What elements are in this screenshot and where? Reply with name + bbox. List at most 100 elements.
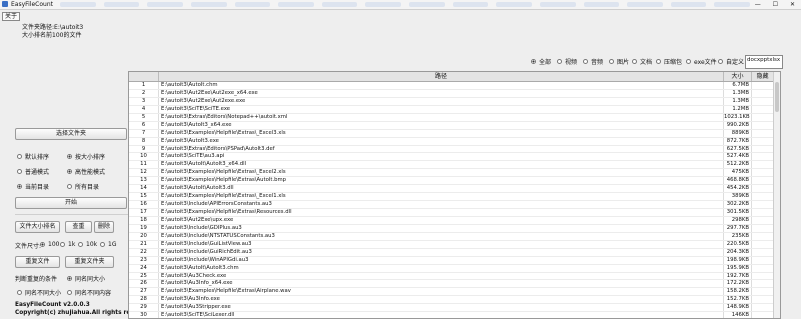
row-size: 146KB: [724, 312, 752, 318]
app-icon: [2, 1, 8, 7]
row-index: 11: [129, 161, 159, 169]
delete-button[interactable]: 删除: [94, 221, 114, 233]
table-row[interactable]: 2 E:\autoit3\Aut2Exe\Aut2exe_x64.exe 1.3MB: [129, 89, 780, 98]
radio-normal-mode[interactable]: 普通模式: [17, 167, 49, 176]
radio-same-name-diff-size[interactable]: 同名不同大小: [17, 288, 61, 297]
table-row[interactable]: 10 E:\autoit3\SciTE\au3.api 527.4KB: [129, 153, 780, 162]
table-row[interactable]: 28 E:\autoit3\Au3Info.exe 152.7KB: [129, 296, 780, 305]
custom-ext-input[interactable]: docxpptxlsx: [745, 55, 783, 69]
row-path: E:\autoit3\Include\APIErrorsConstants.au…: [159, 201, 724, 208]
table-row[interactable]: 24 E:\autoit3\AutoIt\AutoIt3.chm 195.9KB: [129, 264, 780, 273]
table-row[interactable]: 19 E:\autoit3\Include\GDIPlus.au3 297.7KB: [129, 224, 780, 233]
table-row[interactable]: 13 E:\autoit3\Examples\Helpfile\Extras\Au…: [129, 177, 780, 186]
filter-label: 音频: [591, 59, 604, 66]
row-path: E:\autoit3\AutoIt3.exe: [159, 137, 724, 145]
table-row[interactable]: 11 E:\autoit3\AutoIt\AutoIt3_x64.dll 512.2…: [129, 161, 780, 170]
row-index: 22: [129, 248, 159, 256]
select-folder-button[interactable]: 选择文件夹: [15, 128, 127, 140]
radio-all-dirs[interactable]: 所有目录: [67, 182, 99, 191]
row-size: 475KB: [724, 169, 752, 177]
table-row[interactable]: 22 E:\autoit3\Include\GuiRichEdit.au3 204.…: [129, 248, 780, 257]
radio-size-1g[interactable]: 1G: [100, 241, 116, 248]
header-size[interactable]: 大小: [724, 72, 752, 81]
radio-same-name-diff-content[interactable]: 同名不同内容: [67, 288, 111, 297]
dedupe-button[interactable]: 查重: [65, 221, 92, 233]
table-row[interactable]: 30 E:\autoit3\SciTE\SciLexer.dll 146KB: [129, 312, 780, 318]
vertical-scrollbar[interactable]: [773, 72, 780, 318]
radio-size-100[interactable]: 100: [40, 241, 59, 248]
table-row[interactable]: 3 E:\autoit3\Aut2Exe\Aut2exe.exe 1.3MB: [129, 97, 780, 106]
radio-same-name-size[interactable]: 同名同大小: [67, 274, 105, 283]
start-button[interactable]: 开始: [15, 197, 127, 209]
row-index: 28: [129, 296, 159, 304]
radio-dot: [531, 59, 536, 64]
table-row[interactable]: 14 E:\autoit3\AutoIt\AutoIt3.dll 454.2KB: [129, 185, 780, 194]
duplicate-files-button[interactable]: 重复文件: [15, 256, 60, 268]
table-row[interactable]: 21 E:\autoit3\Include\GuiListView.au3 220.…: [129, 240, 780, 249]
scrollbar-thumb[interactable]: [775, 82, 779, 112]
filter-image[interactable]: 图片: [609, 57, 629, 66]
table-row[interactable]: 17 E:\autoit3\Examples\Helpfile\Extras\Re…: [129, 209, 780, 217]
radio-label: 所有目录: [75, 184, 100, 191]
radio-current-dir[interactable]: 当前目录: [17, 182, 49, 191]
minimize-button[interactable]: —: [755, 1, 761, 8]
row-index: 24: [129, 264, 159, 272]
row-index: 20: [129, 232, 159, 240]
row-size: 302.2KB: [724, 201, 752, 208]
radio-default-sort[interactable]: 默认排序: [17, 152, 49, 161]
filter-all[interactable]: 全部: [531, 57, 551, 66]
filter-custom[interactable]: 自定义: [718, 57, 744, 66]
size-rank-button[interactable]: 文件大小排名: [15, 221, 60, 233]
row-path: E:\autoit3\AutoIt\AutoIt3.chm: [159, 264, 724, 272]
radio-performance-mode[interactable]: 高性能模式: [67, 167, 105, 176]
table-row[interactable]: 12 E:\autoit3\Examples\Helpfile\Extras\_E…: [129, 169, 780, 178]
row-path: E:\autoit3\Include\GuiListView.au3: [159, 240, 724, 248]
radio-dot: [17, 154, 22, 159]
table-row[interactable]: 1 E:\autoit3\AutoIt.chm 6.7MB: [129, 82, 780, 90]
duplicate-folders-button[interactable]: 重复文件夹: [65, 256, 114, 268]
table-row[interactable]: 23 E:\autoit3\Include\WinAPIGdi.au3 198.9K…: [129, 256, 780, 265]
table-row[interactable]: 20 E:\autoit3\Include\NTSTATUSConstants.a…: [129, 232, 780, 241]
header-hidden[interactable]: 隐藏: [752, 72, 774, 81]
header-index[interactable]: [129, 72, 159, 81]
row-size: 198.9KB: [724, 256, 752, 264]
table-row[interactable]: 7 E:\autoit3\Examples\Helpfile\Extras\_Ex…: [129, 129, 780, 138]
row-index: 30: [129, 312, 159, 318]
maximize-button[interactable]: ☐: [773, 1, 778, 8]
table-row[interactable]: 15 E:\autoit3\Examples\Helpfile\Extras\_E…: [129, 193, 780, 202]
table-row[interactable]: 18 E:\autoit3\Aut2Exe\upx.exe 298KB: [129, 216, 780, 225]
header-path[interactable]: 路径: [159, 72, 724, 81]
menu-about[interactable]: 关于: [2, 12, 21, 21]
radio-size-1k[interactable]: 1k: [60, 241, 75, 248]
radio-size-sort[interactable]: 按大小排序: [67, 152, 105, 161]
table-row[interactable]: 27 E:\autoit3\Examples\Helpfile\Extras\Ai…: [129, 288, 780, 297]
filter-exe[interactable]: exe文件: [686, 57, 717, 66]
row-hidden: [752, 145, 774, 153]
row-hidden: [752, 280, 774, 288]
table-row[interactable]: 9 E:\autoit3\Extras\Editors\PSPad\AutoIt3…: [129, 145, 780, 154]
filter-audio[interactable]: 音频: [583, 57, 603, 66]
table-row[interactable]: 6 E:\autoit3\AutoIt3_x64.exe 990.2KB: [129, 121, 780, 130]
row-index: 19: [129, 224, 159, 232]
filter-archive[interactable]: 压缩包: [656, 57, 682, 66]
row-index: 17: [129, 209, 159, 216]
row-size: 192.7KB: [724, 272, 752, 280]
table-row[interactable]: 16 E:\autoit3\Include\APIErrorsConstants.…: [129, 201, 780, 209]
radio-dot: [557, 59, 562, 64]
row-hidden: [752, 121, 774, 129]
row-size: 220.5KB: [724, 240, 752, 248]
filter-document[interactable]: 文档: [632, 57, 652, 66]
table-row[interactable]: 26 E:\autoit3\Au3Info_x64.exe 172.2KB: [129, 280, 780, 289]
table-row[interactable]: 8 E:\autoit3\AutoIt3.exe 872.7KB: [129, 137, 780, 146]
row-size: 1.3MB: [724, 97, 752, 105]
table-row[interactable]: 25 E:\autoit3\Au3Check.exe 192.7KB: [129, 272, 780, 281]
row-index: 15: [129, 193, 159, 201]
table-row[interactable]: 29 E:\autoit3\Au3Stripper.exe 148.9KB: [129, 304, 780, 313]
radio-size-10k[interactable]: 10k: [78, 241, 97, 248]
filter-video[interactable]: 视频: [557, 57, 577, 66]
table-row[interactable]: 4 E:\autoit3\SciTE\SciTE.exe 1.2MB: [129, 105, 780, 114]
table-row[interactable]: 5 E:\autoit3\Extras\Editors\Notepad++\aut…: [129, 113, 780, 122]
row-path: E:\autoit3\Aut2Exe\Aut2exe.exe: [159, 97, 724, 105]
close-button[interactable]: ✕: [790, 1, 795, 8]
row-hidden: [752, 248, 774, 256]
